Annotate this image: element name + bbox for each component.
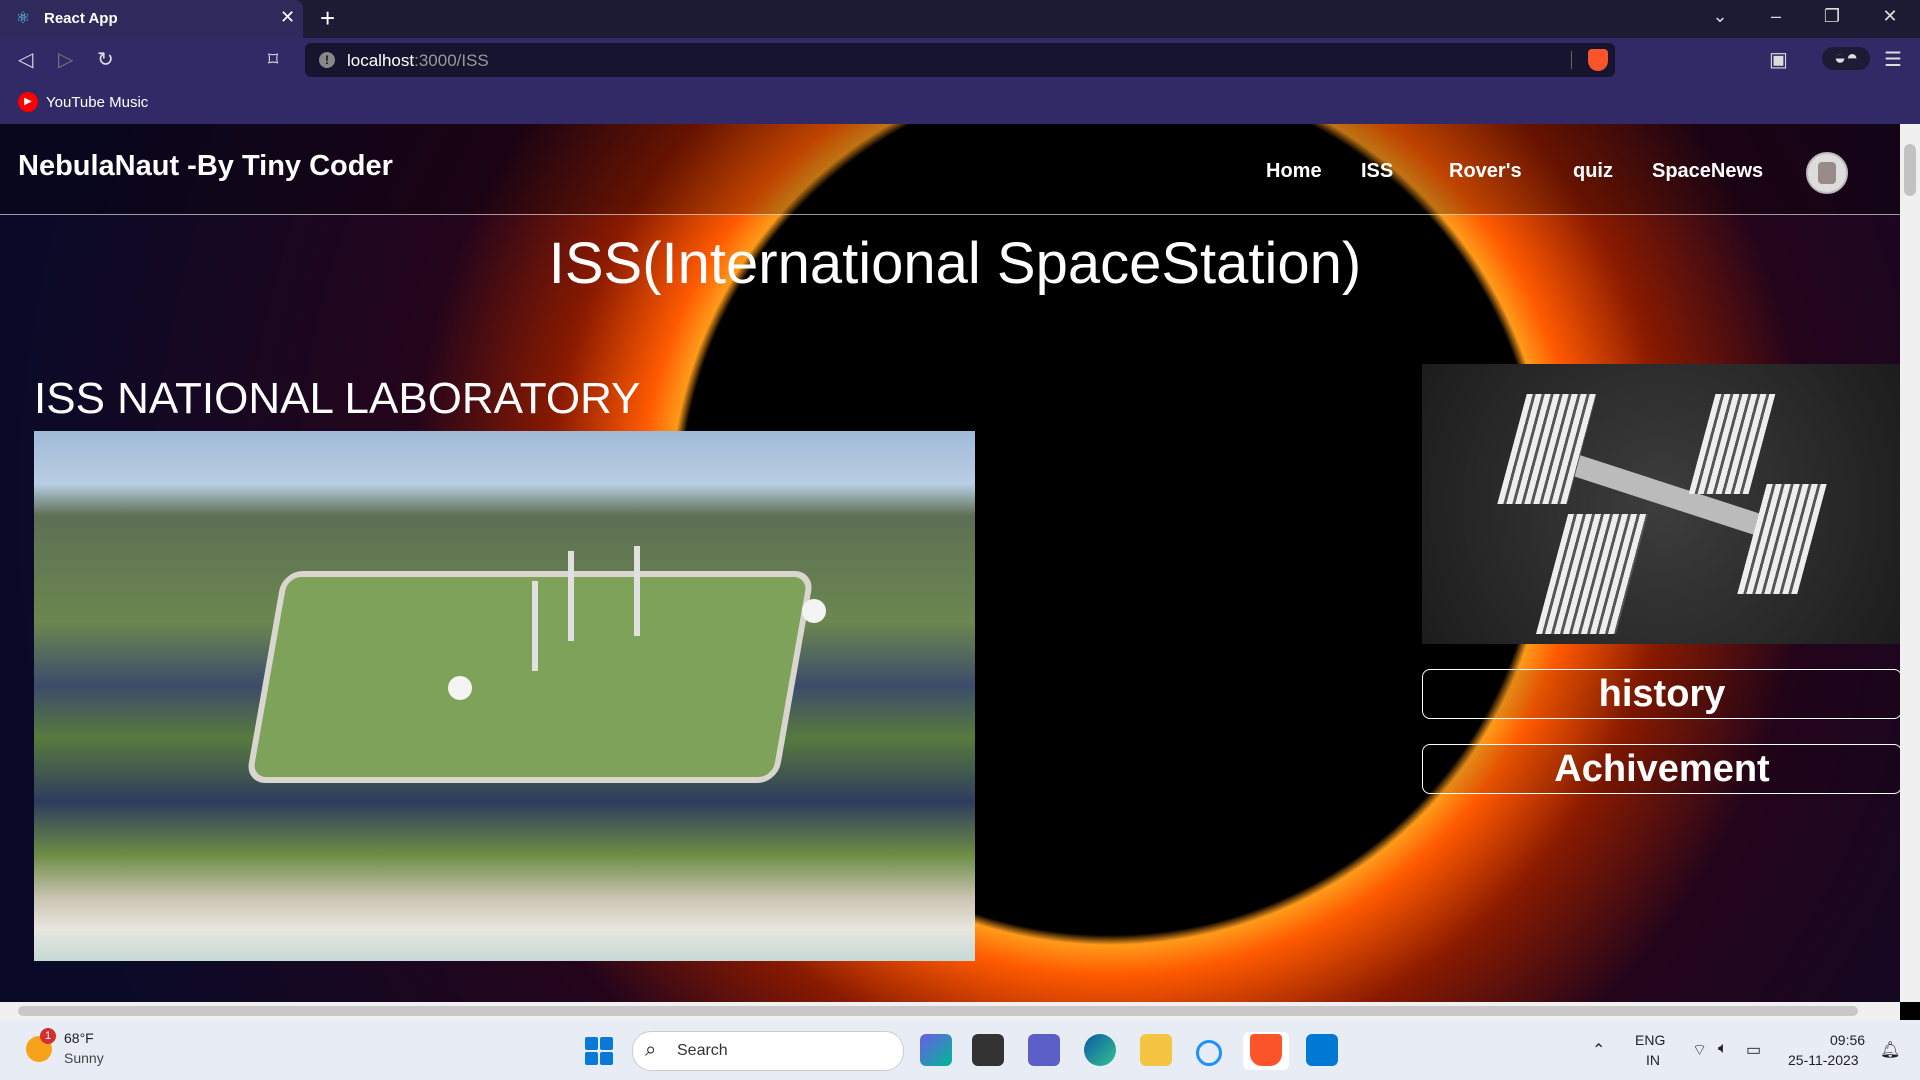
window-close-icon[interactable]: ✕ xyxy=(1870,6,1910,27)
taskbar-search[interactable]: ⌕ Search xyxy=(632,1031,904,1071)
notification-icon[interactable]: 🔔︎ xyxy=(1880,1040,1900,1060)
vertical-scrollbar[interactable] xyxy=(1900,124,1920,1002)
forward-icon[interactable]: ▷ xyxy=(58,47,73,72)
language-line1[interactable]: ENG xyxy=(1635,1032,1665,1048)
divider xyxy=(1571,51,1572,69)
nav-home[interactable]: Home xyxy=(1266,160,1322,183)
bookmarks-bar: ▶ YouTube Music xyxy=(0,82,1920,124)
restore-icon[interactable]: ❐ xyxy=(1812,6,1852,27)
address-bar[interactable]: ! localhost:3000/ISS xyxy=(305,43,1615,77)
plus-icon[interactable]: + xyxy=(320,3,335,34)
tab-title: React App xyxy=(44,10,118,27)
battery-icon[interactable]: ▭ xyxy=(1746,1040,1761,1060)
site-brand[interactable]: NebulaNaut -By Tiny Coder xyxy=(18,150,393,183)
chevron-down-icon[interactable]: ⌄ xyxy=(1700,6,1740,27)
windows-taskbar: 1 68°F Sunny ⌕ Search ⌃ ENG IN ⌔ 🔈︎ ▭ 09… xyxy=(0,1020,1920,1080)
clock-date[interactable]: 25-11-2023 xyxy=(1788,1052,1859,1068)
vpn-icon[interactable]: ◒◓ xyxy=(1822,47,1871,70)
info-icon[interactable]: ! xyxy=(319,52,335,68)
page-title: ISS(International SpaceStation) xyxy=(548,231,1362,296)
search-label: Search xyxy=(677,1042,728,1059)
search-icon: ⌕ xyxy=(645,1039,657,1061)
teams-icon[interactable] xyxy=(1028,1034,1060,1066)
youtube-music-icon: ▶ xyxy=(18,92,38,112)
dome-shape xyxy=(448,676,472,700)
cortana-icon[interactable] xyxy=(1196,1040,1222,1066)
vscode-icon[interactable] xyxy=(1306,1034,1338,1066)
url-text: localhost:3000/ISS xyxy=(347,51,489,70)
bookmark-icon[interactable]: ⌑ xyxy=(268,47,278,72)
copilot-icon[interactable] xyxy=(920,1034,952,1066)
tower-shape xyxy=(568,551,574,641)
clock-time[interactable]: 09:56 xyxy=(1830,1032,1865,1048)
sidebar-icon[interactable]: ▣ xyxy=(1769,47,1788,72)
horizontal-scrollbar[interactable] xyxy=(0,1002,1900,1020)
browser-tab-strip: ⚛ React App ✕ + ⌄ – ❐ ✕ xyxy=(0,0,1920,38)
close-icon[interactable]: ✕ xyxy=(280,7,295,28)
nav-quiz[interactable]: quiz xyxy=(1573,160,1613,183)
menu-icon[interactable]: ☰ xyxy=(1884,47,1902,72)
windows-start-icon[interactable] xyxy=(585,1037,613,1065)
minimize-icon[interactable]: – xyxy=(1756,6,1796,27)
tower-shape xyxy=(532,581,538,671)
brave-browser-icon[interactable] xyxy=(1250,1034,1282,1066)
scroll-thumb[interactable] xyxy=(1904,144,1916,196)
bookmark-youtube-music[interactable]: YouTube Music xyxy=(46,94,148,111)
brave-shield-icon[interactable] xyxy=(1588,49,1608,71)
edge-icon[interactable] xyxy=(1084,1034,1116,1066)
wifi-icon[interactable]: ⌔ xyxy=(1692,1040,1707,1060)
language-line2[interactable]: IN xyxy=(1646,1052,1660,1068)
avatar[interactable] xyxy=(1806,152,1848,194)
file-explorer-icon[interactable] xyxy=(1140,1034,1172,1066)
site-navbar: NebulaNaut -By Tiny Coder Home ISS Rover… xyxy=(0,124,1900,215)
launch-pad-shape xyxy=(245,571,815,783)
volume-icon[interactable]: 🔈︎ xyxy=(1718,1040,1728,1058)
solar-panel-shape xyxy=(1497,394,1597,504)
tower-shape xyxy=(634,546,640,636)
nav-rovers[interactable]: Rover's xyxy=(1449,160,1522,183)
task-view-icon[interactable] xyxy=(972,1034,1004,1066)
reload-icon[interactable]: ↻ xyxy=(97,47,114,72)
solar-panel-shape xyxy=(1688,394,1776,494)
nav-spacenews[interactable]: SpaceNews xyxy=(1652,160,1763,183)
browser-tab[interactable]: ⚛ React App ✕ xyxy=(0,0,303,38)
solar-panel-shape xyxy=(1535,514,1649,634)
back-icon[interactable]: ◁ xyxy=(18,47,33,72)
history-button[interactable]: history xyxy=(1422,669,1900,719)
weather-condition[interactable]: Sunny xyxy=(64,1050,104,1066)
chevron-up-icon[interactable]: ⌃ xyxy=(1592,1040,1605,1060)
achievement-button[interactable]: Achivement xyxy=(1422,744,1900,794)
react-icon: ⚛ xyxy=(15,10,31,27)
solar-panel-shape xyxy=(1737,484,1827,594)
section-title: ISS NATIONAL LABORATORY xyxy=(34,374,641,423)
weather-temp[interactable]: 68°F xyxy=(64,1030,94,1046)
page-viewport: NebulaNaut -By Tiny Coder Home ISS Rover… xyxy=(0,124,1900,1002)
weather-badge: 1 xyxy=(40,1028,56,1044)
nav-iss[interactable]: ISS xyxy=(1361,160,1393,183)
dome-shape xyxy=(802,599,826,623)
scroll-thumb[interactable] xyxy=(18,1006,1858,1016)
launch-site-image xyxy=(34,431,975,961)
iss-image xyxy=(1422,364,1900,644)
